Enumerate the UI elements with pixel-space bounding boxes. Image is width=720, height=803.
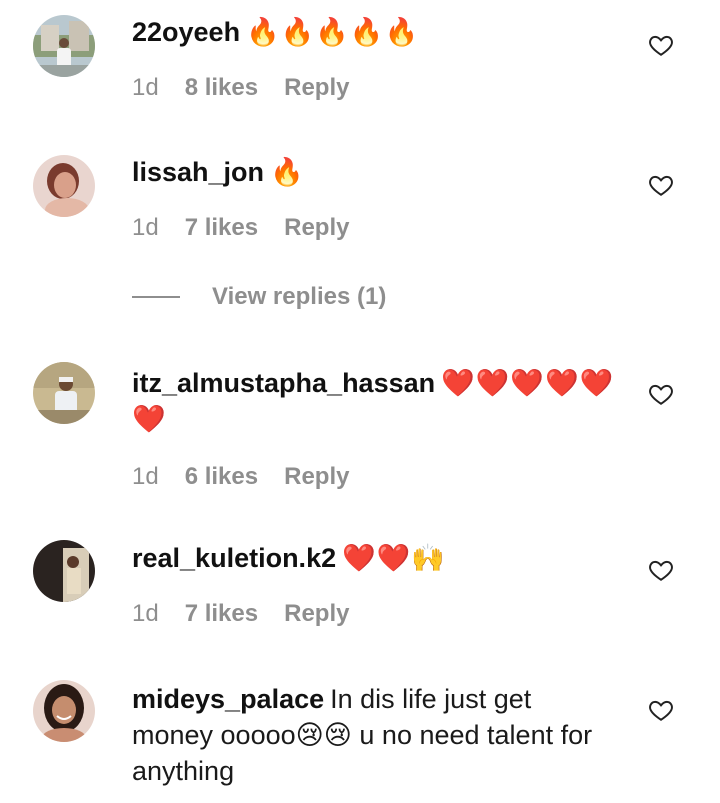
heart-outline-icon[interactable] (648, 697, 674, 723)
replies-divider (132, 296, 180, 298)
timestamp: 1d (132, 600, 159, 627)
view-replies-button[interactable]: View replies (1) (132, 283, 386, 311)
comment-meta: 1d 8 likes Reply (132, 74, 622, 102)
heart-outline-icon[interactable] (648, 172, 674, 198)
likes-count[interactable]: 7 likes (185, 600, 258, 628)
heart-outline-icon[interactable] (648, 381, 674, 407)
reply-button[interactable]: Reply (284, 214, 349, 242)
comment-text: lissah_jon 🔥 (132, 154, 622, 190)
avatar[interactable] (33, 15, 95, 77)
comment-text: real_kuletion.k2 ❤️❤️🙌 (132, 540, 622, 576)
heart-outline-icon[interactable] (648, 557, 674, 583)
comment-text: 22oyeeh 🔥🔥🔥🔥🔥 (132, 14, 622, 50)
timestamp: 1d (132, 214, 159, 241)
comment-emojis: 🔥🔥🔥🔥🔥 (246, 17, 420, 47)
comment-emojis: ❤️❤️🙌 (342, 543, 446, 573)
comment-meta: 1d 7 likes Reply (132, 600, 622, 628)
timestamp: 1d (132, 74, 159, 101)
reply-button[interactable]: Reply (284, 463, 349, 491)
likes-count[interactable]: 7 likes (185, 214, 258, 242)
reply-button[interactable]: Reply (284, 600, 349, 628)
likes-count[interactable]: 6 likes (185, 463, 258, 491)
username[interactable]: mideys_palace (132, 684, 324, 714)
heart-outline-icon[interactable] (648, 32, 674, 58)
likes-count[interactable]: 8 likes (185, 74, 258, 102)
reply-button[interactable]: Reply (284, 74, 349, 102)
avatar[interactable] (33, 155, 95, 217)
username[interactable]: itz_almustapha_hassan (132, 368, 435, 398)
username[interactable]: real_kuletion.k2 (132, 543, 336, 573)
comment-text: itz_almustapha_hassan ❤️❤️❤️❤️❤️❤️ (132, 365, 622, 437)
comment-meta: 1d 6 likes Reply (132, 463, 622, 491)
timestamp: 1d (132, 463, 159, 490)
comment-text: mideys_palace In dis life just get money … (132, 681, 602, 789)
view-replies-label: View replies (1) (212, 283, 387, 310)
avatar[interactable] (33, 680, 95, 742)
comment-meta: 1d 7 likes Reply (132, 214, 622, 242)
username[interactable]: lissah_jon (132, 157, 264, 187)
username[interactable]: 22oyeeh (132, 17, 240, 47)
avatar[interactable] (33, 362, 95, 424)
comment-emojis: 🔥 (270, 157, 305, 187)
avatar[interactable] (33, 540, 95, 602)
